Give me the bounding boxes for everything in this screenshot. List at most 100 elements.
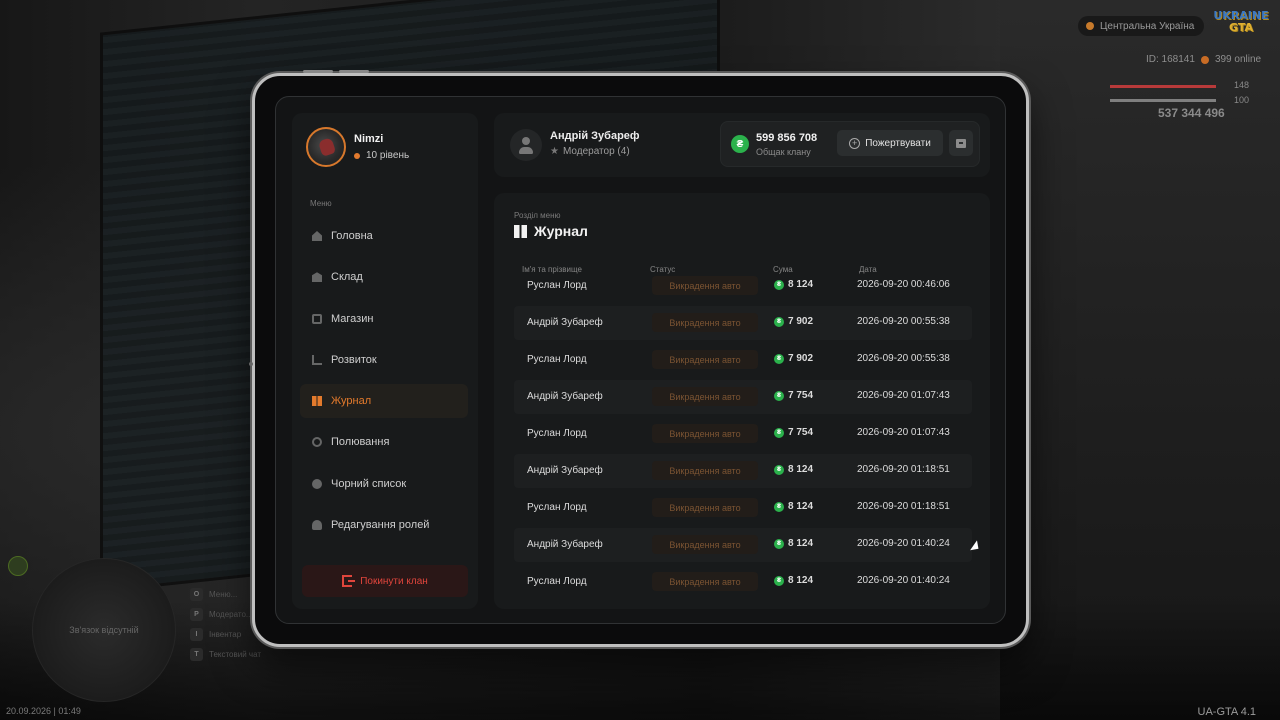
currency-icon: ₴ [774, 390, 784, 401]
plus-circle-icon: + [849, 137, 861, 149]
cell-name: Андрій Зубареф [527, 391, 603, 402]
shop-icon [312, 313, 322, 324]
currency-icon: ₴ [731, 135, 749, 153]
bank-label: Общак клану [756, 147, 811, 157]
roles-icon [312, 520, 322, 531]
sidebar: Nimzi 10 рівень Меню Головна Склад Магаз… [292, 113, 478, 609]
table-row[interactable]: Руслан Лорд Викрадення авто ₴ 8 124 2026-… [514, 491, 972, 525]
star-icon: ★ [550, 146, 559, 157]
journal-icon [312, 396, 322, 407]
tablet-button [339, 70, 369, 73]
currency-icon: ₴ [774, 464, 784, 475]
bank-amount: 599 856 708 [756, 132, 818, 144]
user-name: Андрій Зубареф [550, 130, 640, 142]
header-bar: Андрій Зубареф ★ Модератор (4) ₴ 599 856… [494, 113, 990, 177]
page-title: Журнал [514, 223, 588, 239]
leave-clan-button[interactable]: Покинути клан [302, 565, 468, 597]
hint-item: T Текстовий чат [190, 648, 261, 661]
currency-icon: ₴ [774, 538, 784, 549]
status-badge: Викрадення авто [652, 424, 758, 443]
sidebar-item-growth[interactable]: Розвиток [300, 343, 468, 377]
profile-info: Nimzi 10 рівень [354, 133, 409, 161]
user-role-text: Модератор (4) [562, 146, 630, 157]
currency-icon: ₴ [774, 501, 784, 512]
hud-datetime: 20.09.2026 | 01:49 [6, 706, 81, 716]
cell-sum: ₴ 7 754 [774, 390, 813, 401]
cell-sum: ₴ 7 754 [774, 427, 813, 438]
table-row[interactable]: Андрій Зубареф Викрадення авто ₴ 8 124 20… [514, 454, 972, 488]
sidebar-item-warehouse[interactable]: Склад [300, 260, 468, 294]
hint-item: P Модерато... [190, 608, 261, 621]
health-bar [1110, 85, 1216, 88]
currency-icon: ₴ [774, 279, 784, 290]
hud-ids: ID: 168141 399 online [1146, 54, 1261, 65]
page-title-text: Журнал [534, 223, 588, 239]
voice-icon [8, 556, 28, 576]
sidebar-item-shop[interactable]: Магазин [300, 302, 468, 336]
currency-icon: ₴ [774, 316, 784, 327]
status-badge: Викрадення авто [652, 461, 758, 480]
donate-button[interactable]: + Пожертвувати [837, 130, 943, 156]
section-caption: Розділ меню [514, 211, 561, 220]
hud-region: Центральна Україна [1078, 16, 1205, 36]
health-value: 148 [1234, 80, 1250, 90]
cell-date: 2026-09-20 00:55:38 [857, 316, 950, 327]
table-row[interactable]: Андрій Зубареф Викрадення авто ₴ 8 124 20… [514, 528, 972, 562]
profile-level: 10 рівень [354, 150, 409, 161]
cell-sum: ₴ 8 124 [774, 279, 813, 290]
hint-label: Інвентар [209, 630, 242, 639]
cell-sum-value: 7 902 [788, 316, 814, 327]
cell-sum-value: 8 124 [788, 538, 814, 549]
sidebar-item-label: Полювання [331, 436, 390, 449]
sidebar-item-hunt[interactable]: Полювання [300, 425, 468, 459]
sidebar-item-blacklist[interactable]: Чорний список [300, 467, 468, 501]
profile-level-text: 10 рівень [366, 150, 410, 161]
armor-value: 100 [1234, 95, 1250, 105]
tablet-button [303, 70, 333, 73]
journal-panel: Розділ меню Журнал Ім'я та прізвище Стат… [494, 193, 990, 609]
cell-sum: ₴ 7 902 [774, 316, 813, 327]
cell-date: 2026-09-20 00:46:06 [857, 279, 950, 290]
cell-name: Андрій Зубареф [527, 317, 603, 328]
key-hints: O Меню... P Модерато... I Інвентар T Текстов… [190, 588, 261, 661]
cell-date: 2026-09-20 01:18:51 [857, 501, 950, 512]
table-row[interactable]: Руслан Лорд Викрадення авто ₴ 8 124 2026-… [514, 269, 972, 303]
cell-sum-value: 8 124 [788, 464, 814, 475]
hint-item: O Меню... [190, 588, 261, 601]
cell-date: 2026-09-20 01:40:24 [857, 538, 950, 549]
box-icon [956, 138, 966, 148]
status-badge: Викрадення авто [652, 572, 758, 591]
table-row[interactable]: Руслан Лорд Викрадення авто ₴ 7 754 2026-… [514, 417, 972, 451]
book-icon [514, 224, 527, 238]
sidebar-item-label: Склад [331, 271, 363, 284]
sidebar-menu: Головна Склад Магазин Розвиток Журнал По… [300, 219, 468, 549]
level-dot-icon [354, 152, 360, 159]
cell-sum: ₴ 8 124 [774, 501, 813, 512]
currency-icon: ₴ [774, 353, 784, 364]
storage-button[interactable] [949, 130, 973, 156]
table-row[interactable]: Андрій Зубареф Викрадення авто ₴ 7 754 20… [514, 380, 972, 414]
hint-key: T [190, 648, 203, 661]
cell-name: Руслан Лорд [527, 576, 587, 587]
table-row[interactable]: Руслан Лорд Викрадення авто ₴ 8 124 2026-… [514, 565, 972, 599]
hint-label: Текстовий чат [209, 650, 262, 659]
cell-sum-value: 7 754 [788, 427, 814, 438]
sidebar-item-home[interactable]: Головна [300, 219, 468, 253]
hunt-icon [312, 437, 322, 448]
sidebar-item-roles[interactable]: Редагування ролей [300, 508, 468, 542]
cell-name: Андрій Зубареф [527, 539, 603, 550]
clan-bank: ₴ 599 856 708 Общак клану + Пожертвувати [720, 121, 980, 167]
sidebar-item-journal[interactable]: Журнал [300, 384, 468, 419]
sidebar-item-label: Головна [331, 230, 373, 242]
table-row[interactable]: Андрій Зубареф Викрадення авто ₴ 7 902 20… [514, 306, 972, 340]
cell-date: 2026-09-20 01:07:43 [857, 390, 950, 401]
leave-clan-label: Покинути клан [360, 575, 428, 587]
user-icon [510, 129, 542, 161]
armor-bar [1110, 99, 1216, 102]
cell-sum: ₴ 8 124 [774, 538, 813, 549]
currency-icon: ₴ [774, 575, 784, 586]
table-row[interactable]: Руслан Лорд Викрадення авто ₴ 7 902 2026-… [514, 343, 972, 377]
status-badge: Викрадення авто [652, 535, 758, 554]
cell-sum-value: 7 902 [788, 353, 814, 364]
cell-date: 2026-09-20 00:55:38 [857, 353, 950, 364]
